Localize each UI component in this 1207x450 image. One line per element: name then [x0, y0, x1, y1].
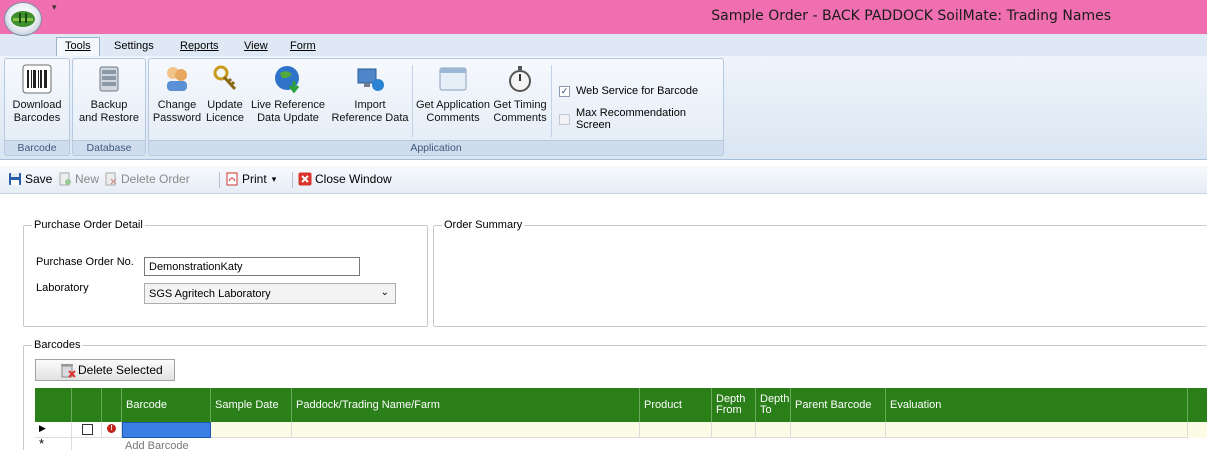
window-title: Sample Order - BACK PADDOCK SoilMate: Tr… [711, 8, 1111, 24]
depth-from-cell[interactable] [712, 422, 756, 438]
tab-settings[interactable]: Settings [106, 38, 162, 56]
delete-icon [105, 172, 117, 186]
ribbon-tab-bar: Tools Settings Reports View Form [0, 34, 1207, 57]
tab-form[interactable]: Form [282, 38, 324, 56]
row-select-cell[interactable] [72, 422, 102, 438]
group-label-barcode: Barcode [5, 140, 69, 155]
purchase-order-detail-group: Purchase Order Detail Purchase Order No.… [23, 219, 428, 327]
checkbox-checked-icon: ✓ [559, 85, 570, 97]
title-bar: ▾ Sample Order - BACK PADDOCK SoilMate: … [0, 0, 1207, 34]
column-header-depth-to[interactable]: Depth To [756, 388, 791, 422]
row-checkbox[interactable] [82, 424, 93, 435]
column-header-parent-barcode[interactable]: Parent Barcode [791, 388, 886, 422]
ribbon-group-application: Change Password Update Licence Live Refe… [148, 58, 724, 156]
barcode-cell[interactable] [122, 422, 211, 438]
table-row[interactable]: ▶ ! [35, 422, 1207, 438]
quick-access-dropdown-icon[interactable]: ▾ [52, 2, 57, 13]
toolbar-separator [292, 172, 293, 188]
live-reference-update-button[interactable]: Live Reference Data Update [247, 63, 329, 125]
barcode-icon [22, 64, 52, 94]
column-header-paddock[interactable]: Paddock/Trading Name/Farm [292, 388, 640, 422]
get-application-comments-button[interactable]: Get Application Comments [415, 63, 491, 125]
close-window-button[interactable]: Close Window [298, 172, 392, 186]
select-column-header[interactable] [72, 388, 102, 422]
update-licence-button[interactable]: Update Licence [205, 63, 245, 125]
comment-window-icon [439, 67, 467, 91]
add-barcode-hint[interactable]: Add Barcode [122, 438, 322, 450]
save-icon [9, 173, 21, 185]
max-recommendation-checkbox[interactable]: Max Recommendation Screen [559, 107, 723, 131]
import-reference-data-button[interactable]: Import Reference Data [331, 63, 409, 125]
ribbon-group-barcode: Download Barcodes Barcode [4, 58, 70, 156]
row-indicator-header [35, 388, 72, 422]
close-icon [298, 172, 312, 186]
application-menu-button[interactable] [4, 2, 42, 36]
pdf-icon [226, 172, 238, 186]
column-header-sample-date[interactable]: Sample Date [211, 388, 292, 422]
chevron-down-icon: ⌄ [380, 287, 389, 298]
parent-barcode-cell[interactable] [791, 422, 886, 438]
save-button[interactable]: Save [8, 172, 52, 186]
backup-restore-button[interactable]: Backup and Restore [73, 63, 145, 125]
delete-icon [61, 364, 76, 378]
key-icon [213, 65, 237, 91]
po-number-input[interactable]: DemonstrationKaty [144, 257, 360, 276]
barcodes-grid: Barcode Sample Date Paddock/Trading Name… [35, 388, 1207, 450]
barcodes-legend: Barcodes [32, 339, 83, 351]
tab-tools[interactable]: Tools [56, 37, 100, 57]
download-barcodes-button[interactable]: Download Barcodes [5, 63, 69, 125]
import-computer-icon [357, 68, 384, 91]
column-header-depth-from[interactable]: Depth From [712, 388, 756, 422]
order-summary-group: Order Summary [433, 219, 1207, 327]
grid-header: Barcode Sample Date Paddock/Trading Name… [35, 388, 1207, 422]
delete-selected-button[interactable]: Delete Selected [35, 359, 175, 381]
globe-download-icon [275, 66, 300, 94]
laboratory-label: Laboratory [36, 282, 89, 294]
order-summary-legend: Order Summary [442, 219, 525, 231]
group-label-application: Application [149, 140, 723, 155]
print-button[interactable]: Print ▾ [225, 172, 276, 186]
new-row[interactable]: * Add Barcode [35, 436, 1207, 450]
web-service-barcode-checkbox[interactable]: ✓ Web Service for Barcode [559, 85, 698, 97]
po-number-label: Purchase Order No. [36, 256, 134, 268]
laboratory-select[interactable]: SGS Agritech Laboratory ⌄ [144, 283, 396, 304]
toolbar-separator [219, 172, 220, 188]
depth-to-cell[interactable] [756, 422, 791, 438]
new-icon [59, 172, 71, 186]
column-header-barcode[interactable]: Barcode [122, 388, 211, 422]
evaluation-cell[interactable] [886, 422, 1188, 438]
purchase-order-legend: Purchase Order Detail [32, 219, 145, 231]
dropdown-arrow-icon: ▾ [271, 173, 277, 184]
ribbon-group-database: Backup and Restore Database [72, 58, 146, 156]
status-column-header [102, 388, 122, 422]
database-icon [99, 66, 119, 92]
paddock-cell[interactable] [292, 422, 640, 438]
delete-order-button[interactable]: Delete Order [104, 172, 190, 186]
group-label-database: Database [73, 140, 145, 155]
row-status-cell: ! [102, 422, 122, 438]
row-indicator: * [35, 436, 72, 450]
new-button[interactable]: New [58, 172, 99, 186]
product-cell[interactable] [640, 422, 712, 438]
error-icon: ! [107, 424, 116, 433]
users-key-icon [167, 67, 187, 91]
tab-view[interactable]: View [236, 38, 276, 56]
form-toolbar: Save New Delete Order Print ▾ Close Wind… [0, 166, 1207, 194]
column-header-evaluation[interactable]: Evaluation [886, 388, 1188, 422]
new-row-asterisk-icon: * [39, 436, 45, 450]
ribbon: Download Barcodes Barcode Backup and Res… [0, 56, 1207, 160]
get-timing-comments-button[interactable]: Get Timing Comments [491, 63, 549, 125]
ribbon-separator [551, 65, 552, 137]
checkbox-unchecked-icon [559, 113, 570, 125]
app-logo-icon [11, 11, 35, 27]
stopwatch-icon [509, 66, 531, 92]
current-row-arrow-icon: ▶ [39, 423, 46, 433]
ribbon-separator [412, 65, 413, 137]
change-password-button[interactable]: Change Password [151, 63, 203, 125]
sample-date-cell[interactable] [211, 422, 292, 438]
column-header-product[interactable]: Product [640, 388, 712, 422]
tab-reports[interactable]: Reports [172, 38, 227, 56]
